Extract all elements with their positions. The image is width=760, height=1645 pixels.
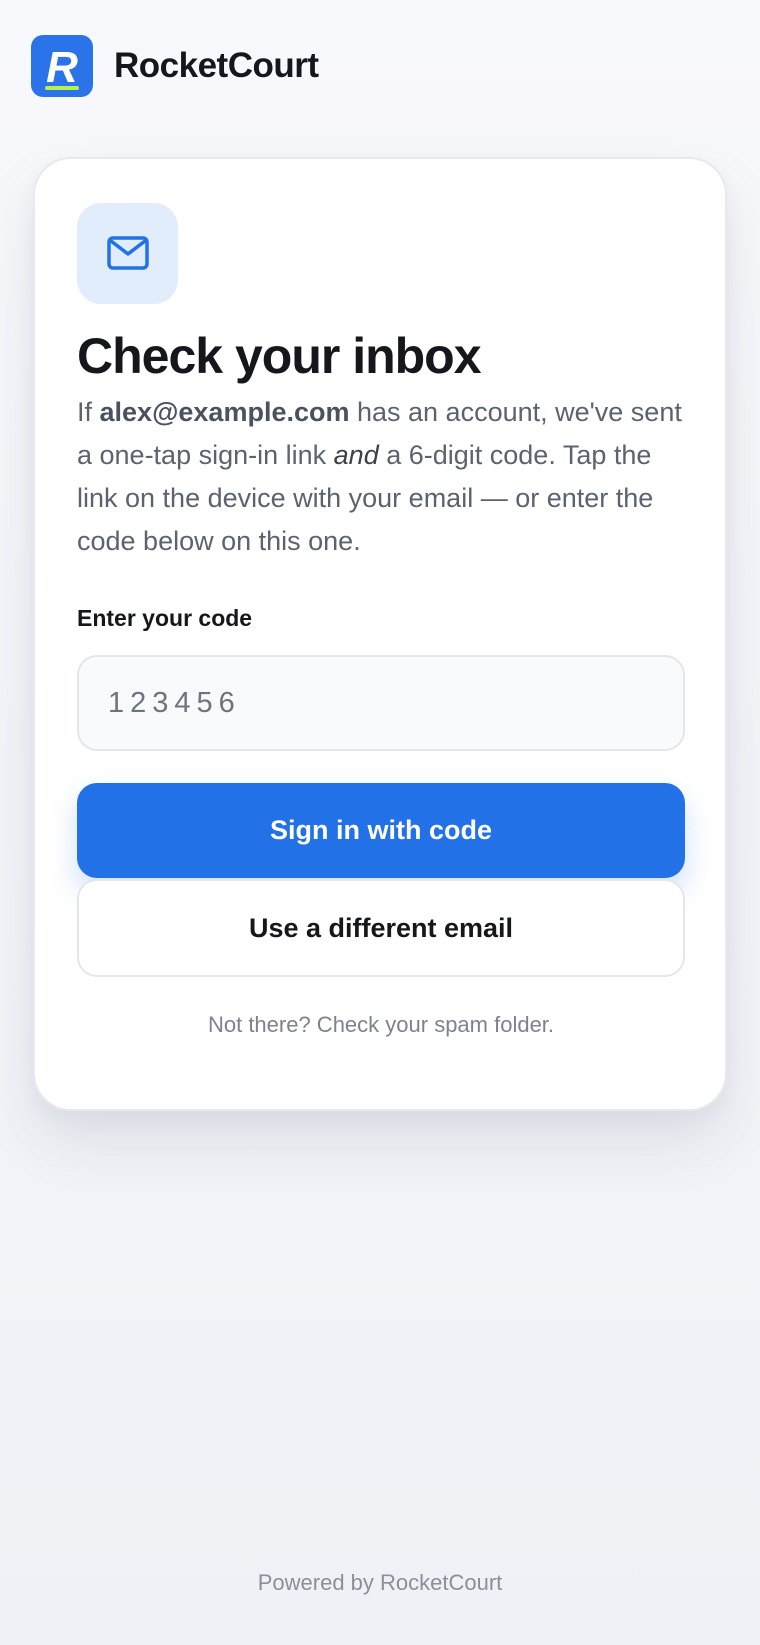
- rocketcourt-logo-icon: R: [31, 35, 93, 97]
- account-email: alex@example.com: [99, 397, 350, 427]
- use-different-email-button[interactable]: Use a different email: [77, 879, 685, 977]
- instructions-prefix: If: [77, 397, 100, 427]
- page-title: Check your inbox: [77, 328, 482, 384]
- brand-name: RocketCourt: [114, 46, 319, 85]
- app-header: R RocketCourt: [31, 35, 319, 97]
- powered-by-footer: Powered by RocketCourt: [257, 1570, 503, 1595]
- spam-folder-note: Not there? Check your spam folder.: [207, 1012, 555, 1037]
- sign-in-with-code-button[interactable]: Sign in with code: [77, 783, 685, 878]
- verification-card: Check your inbox If alex@example.com has…: [33, 157, 727, 1111]
- code-input[interactable]: [77, 655, 685, 751]
- instructions-text: If alex@example.com has an account, we'v…: [77, 391, 687, 563]
- logo-underline: [45, 86, 79, 90]
- mail-icon: [107, 236, 149, 270]
- mail-badge: [77, 203, 178, 304]
- logo-letter: R: [46, 43, 78, 92]
- code-field-label: Enter your code: [77, 605, 253, 631]
- instructions-emphasis: and: [333, 440, 379, 470]
